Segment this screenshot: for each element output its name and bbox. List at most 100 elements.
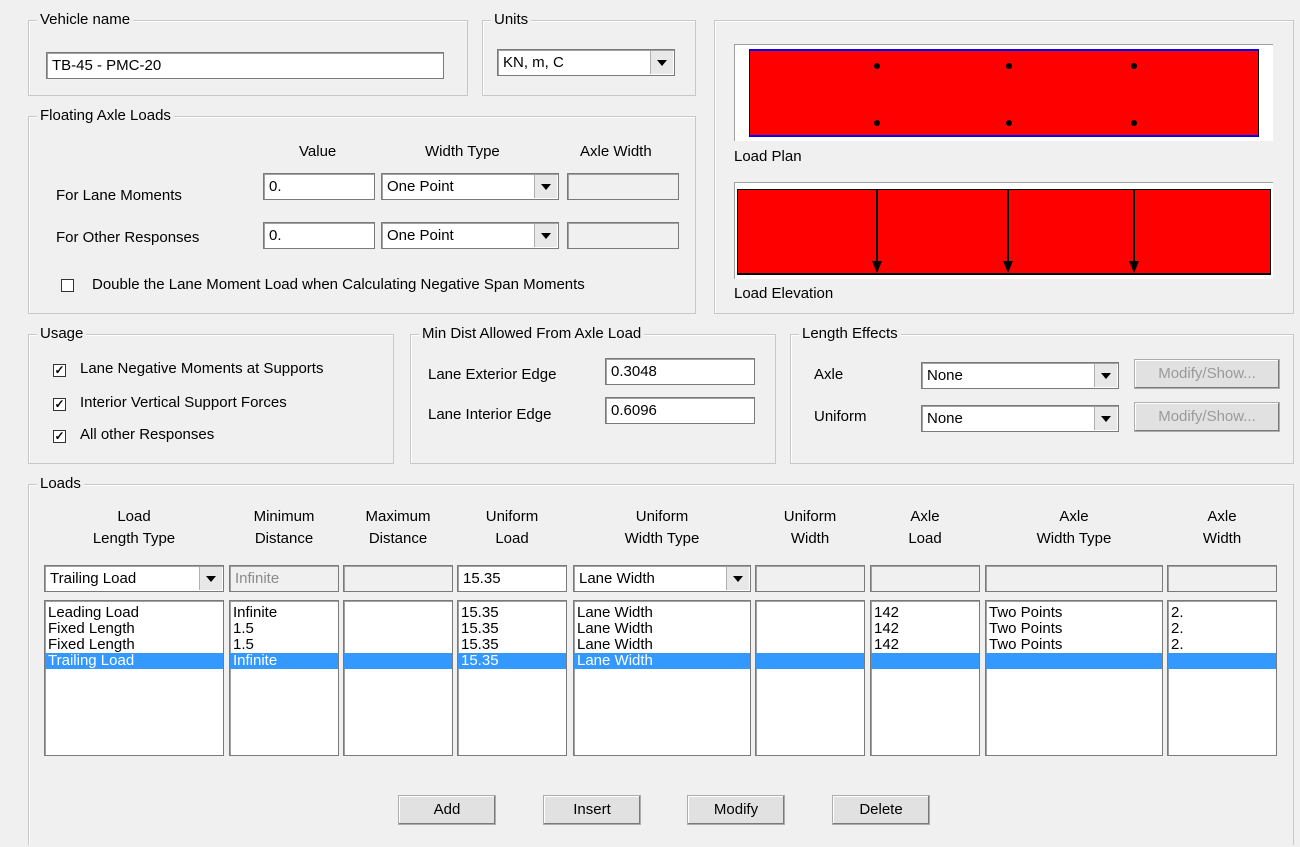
list-item[interactable]: Two Points: [986, 605, 1162, 621]
list-item[interactable]: Lane Width: [574, 605, 750, 621]
usage-interior-support-label: Interior Vertical Support Forces: [80, 394, 287, 411]
list-item[interactable]: [756, 637, 864, 653]
uniform-width-type-list[interactable]: Lane Width Lane Width Lane Width Lane Wi…: [573, 600, 751, 756]
list-item[interactable]: 15.35: [458, 621, 566, 637]
load-plan-canvas: [734, 44, 1273, 141]
uniform-effect-select[interactable]: None: [921, 405, 1119, 432]
list-item[interactable]: Infinite: [230, 605, 338, 621]
list-item[interactable]: Two Points: [986, 621, 1162, 637]
edit-uniform-load-input[interactable]: 15.35: [457, 565, 567, 592]
axle-width-type-list[interactable]: Two Points Two Points Two Points: [985, 600, 1163, 756]
edit-uniform-width-input: [755, 565, 865, 592]
list-item[interactable]: [344, 605, 452, 621]
list-item[interactable]: [756, 653, 864, 669]
lane-interior-edge-label: Lane Interior Edge: [428, 406, 552, 423]
add-button[interactable]: Add: [398, 795, 496, 825]
axle-point: [1131, 120, 1137, 126]
list-item[interactable]: Lane Width: [574, 653, 750, 669]
list-item[interactable]: 142: [871, 621, 979, 637]
maximum-distance-list[interactable]: [343, 600, 453, 756]
uniform-width-list[interactable]: [755, 600, 865, 756]
edit-axle-load-input: [870, 565, 980, 592]
list-item[interactable]: 1.5: [230, 621, 338, 637]
usage-all-other-checkbox[interactable]: ✓: [53, 430, 66, 443]
list-item[interactable]: Two Points: [986, 637, 1162, 653]
list-item[interactable]: 15.35: [458, 605, 566, 621]
chevron-down-icon[interactable]: [199, 567, 222, 590]
lane-moments-value-input[interactable]: 0.: [263, 173, 375, 200]
list-item[interactable]: Lane Width: [574, 621, 750, 637]
list-item[interactable]: Leading Load: [45, 605, 223, 621]
floating-col-axle-width: Axle Width: [580, 143, 652, 160]
uniform-effect-label: Uniform: [814, 408, 867, 425]
list-item[interactable]: 142: [871, 637, 979, 653]
list-item[interactable]: [1168, 653, 1276, 669]
list-item[interactable]: [756, 605, 864, 621]
load-plan-label: Load Plan: [734, 148, 802, 165]
header-load-length-type: Load Length Type: [92, 508, 176, 547]
list-item[interactable]: Trailing Load: [45, 653, 223, 669]
axle-width-list[interactable]: 2. 2. 2.: [1167, 600, 1277, 756]
length-effects-title: Length Effects: [799, 325, 901, 343]
list-item[interactable]: Infinite: [230, 653, 338, 669]
list-item[interactable]: [344, 637, 452, 653]
other-responses-width-type-select[interactable]: One Point: [381, 222, 559, 249]
insert-button[interactable]: Insert: [543, 795, 641, 825]
lane-moments-label: For Lane Moments: [56, 187, 182, 204]
chevron-down-icon[interactable]: [534, 224, 557, 247]
edit-load-length-type-select[interactable]: Trailing Load: [44, 565, 224, 592]
chevron-down-icon[interactable]: [726, 567, 749, 590]
lane-interior-edge-input[interactable]: 0.6096: [605, 397, 755, 424]
modify-button[interactable]: Modify: [687, 795, 785, 825]
list-item[interactable]: [871, 653, 979, 669]
list-item[interactable]: 1.5: [230, 637, 338, 653]
list-item[interactable]: 142: [871, 605, 979, 621]
list-item[interactable]: 2.: [1168, 621, 1276, 637]
chevron-down-icon[interactable]: [1094, 407, 1117, 430]
arrow-down-icon: [1003, 261, 1013, 273]
load-length-type-list[interactable]: Leading Load Fixed Length Fixed Length T…: [44, 600, 224, 756]
edit-maximum-distance-input: [343, 565, 453, 592]
load-elevation-canvas: [734, 182, 1273, 279]
chevron-down-icon[interactable]: [650, 51, 673, 74]
usage-lane-negative-checkbox[interactable]: ✓: [53, 364, 66, 377]
units-select[interactable]: KN, m, C: [497, 49, 675, 76]
list-item[interactable]: Lane Width: [574, 637, 750, 653]
list-item[interactable]: [344, 621, 452, 637]
vehicle-name-input[interactable]: TB-45 - PMC-20: [46, 52, 444, 79]
list-item[interactable]: 2.: [1168, 637, 1276, 653]
uniform-modify-show-button[interactable]: Modify/Show...: [1134, 402, 1280, 432]
floating-col-value: Value: [299, 143, 337, 160]
chevron-down-icon[interactable]: [534, 175, 557, 198]
list-item[interactable]: [986, 653, 1162, 669]
list-item[interactable]: 2.: [1168, 605, 1276, 621]
other-responses-value-input[interactable]: 0.: [263, 222, 375, 249]
axle-effect-select[interactable]: None: [921, 362, 1119, 389]
usage-interior-support-checkbox[interactable]: ✓: [53, 398, 66, 411]
delete-button[interactable]: Delete: [832, 795, 930, 825]
double-lane-moment-checkbox[interactable]: [61, 279, 74, 292]
edit-uniform-width-type-select[interactable]: Lane Width: [573, 565, 751, 592]
list-item[interactable]: Fixed Length: [45, 637, 223, 653]
uniform-load-list[interactable]: 15.35 15.35 15.35 15.35: [457, 600, 567, 756]
axle-point: [874, 120, 880, 126]
lane-moments-width-type-select[interactable]: One Point: [381, 173, 559, 200]
axle-modify-show-button[interactable]: Modify/Show...: [1134, 359, 1280, 389]
chevron-down-icon[interactable]: [1094, 364, 1117, 387]
edit-uniform-width-type-value: Lane Width: [579, 570, 655, 587]
header-uniform-width: Uniform Width: [783, 508, 837, 547]
list-item[interactable]: 15.35: [458, 637, 566, 653]
load-plan-area: [749, 49, 1259, 137]
usage-all-other-label: All other Responses: [80, 426, 215, 443]
minimum-distance-list[interactable]: Infinite 1.5 1.5 Infinite: [229, 600, 339, 756]
list-item[interactable]: Fixed Length: [45, 621, 223, 637]
axle-load-list[interactable]: 142 142 142: [870, 600, 980, 756]
list-item[interactable]: 15.35: [458, 653, 566, 669]
list-item[interactable]: [756, 621, 864, 637]
double-lane-moment-label: Double the Lane Moment Load when Calcula…: [92, 276, 585, 293]
lane-exterior-edge-input[interactable]: 0.3048: [605, 358, 755, 385]
axle-point: [1006, 120, 1012, 126]
load-elevation-label: Load Elevation: [734, 285, 834, 302]
list-item[interactable]: [344, 653, 452, 669]
axle-load-arrow: [876, 189, 878, 263]
